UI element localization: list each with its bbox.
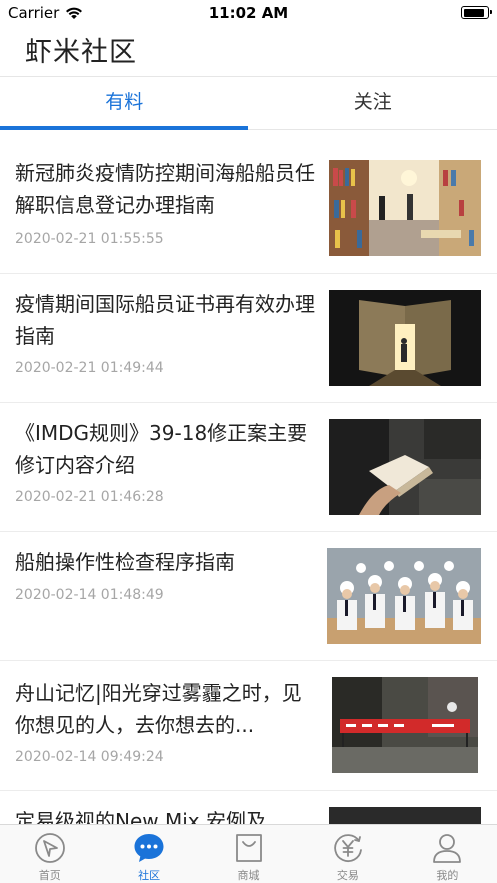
article-thumbnail[interactable] — [329, 419, 481, 515]
list-item[interactable]: 舟山记忆|阳光穿过雾霾之时，见你想见的人，去你想去的... 2020-02-14… — [0, 661, 497, 791]
tabbar-item-trade[interactable]: 交易 — [298, 825, 397, 883]
shopping-bag-icon — [235, 834, 262, 862]
chat-bubble-icon — [134, 834, 164, 862]
battery-icon — [461, 6, 492, 19]
clock: 11:02 AM — [208, 4, 289, 22]
street-banner-photo — [332, 677, 478, 773]
list-item[interactable]: 船舶操作性检查程序指南 2020-02-14 01:48:49 — [0, 532, 497, 661]
compass-icon — [34, 833, 65, 863]
list-item[interactable]: 定易级视的New Mix 安例及 — [0, 791, 497, 824]
tabbar-item-mall[interactable]: 商城 — [199, 825, 298, 883]
article-title: 新冠肺炎疫情防控期间海船船员任解职信息登记办理指南 — [15, 161, 315, 217]
article-time: 2020-02-21 01:55:55 — [15, 231, 164, 247]
article-feed[interactable]: 新冠肺炎疫情防控期间海船船员任解职信息登记办理指南 2020-02-21 01:… — [0, 131, 497, 824]
tabbar-item-community[interactable]: 社区 — [99, 825, 198, 883]
article-time: 2020-02-14 09:49:24 — [15, 749, 164, 765]
library-bookshelves-photo — [329, 160, 481, 256]
user-icon — [433, 834, 462, 863]
tabbar-label: 首页 — [38, 869, 61, 882]
giant-open-book-photo — [329, 290, 481, 386]
tabbar-label: 交易 — [336, 869, 359, 882]
tabbar-label: 商城 — [237, 869, 260, 882]
article-time: 2020-02-14 01:48:49 — [15, 587, 164, 603]
list-item[interactable]: 疫情期间国际船员证书再有效办理指南 2020-02-21 01:49:44 — [0, 274, 497, 403]
tabbar-label: 我的 — [436, 869, 459, 882]
article-thumbnail[interactable] — [329, 290, 481, 386]
article-thumbnail[interactable] — [329, 160, 481, 256]
battery-level — [463, 8, 485, 17]
list-item[interactable]: 新冠肺炎疫情防控期间海船船员任解职信息登记办理指南 2020-02-21 01:… — [0, 131, 497, 274]
status-bar: Carrier 11:02 AM — [0, 0, 497, 26]
article-thumbnail[interactable] — [327, 548, 481, 644]
article-photo — [329, 807, 481, 824]
article-title: 疫情期间国际船员证书再有效办理指南 — [15, 292, 315, 348]
page-title: 虾米社区 — [25, 37, 137, 68]
tabbar-item-me[interactable]: 我的 — [398, 825, 497, 883]
article-title: 定易级视的New Mix 安例及 — [15, 809, 266, 824]
reading-book-photo — [329, 419, 481, 515]
tab-youliao[interactable]: 有料 — [0, 77, 249, 129]
article-time: 2020-02-21 01:49:44 — [15, 360, 164, 376]
tabbar-label: 社区 — [138, 869, 161, 882]
bottom-tab-bar: 首页 社区 商城 交易 我的 — [0, 824, 497, 883]
article-thumbnail[interactable] — [332, 677, 478, 773]
tabbar-item-home[interactable]: 首页 — [0, 825, 99, 883]
list-item[interactable]: 《IMDG规则》39-18修正案主要修订内容介绍 2020-02-21 01:4… — [0, 403, 497, 532]
article-title: 舟山记忆|阳光穿过雾霾之时，见你想见的人，去你想去的... — [15, 681, 302, 737]
top-tabs: 有料 关注 — [0, 76, 497, 130]
article-time: 2020-02-21 01:46:28 — [15, 489, 164, 505]
sailors-in-uniform-photo — [327, 548, 481, 644]
article-thumbnail[interactable] — [329, 807, 481, 824]
article-title: 船舶操作性检查程序指南 — [15, 550, 235, 574]
yuan-exchange-icon — [334, 834, 362, 862]
article-title: 《IMDG规则》39-18修正案主要修订内容介绍 — [15, 421, 308, 477]
tab-indicator — [0, 126, 248, 130]
tab-guanzhu[interactable]: 关注 — [249, 77, 497, 129]
